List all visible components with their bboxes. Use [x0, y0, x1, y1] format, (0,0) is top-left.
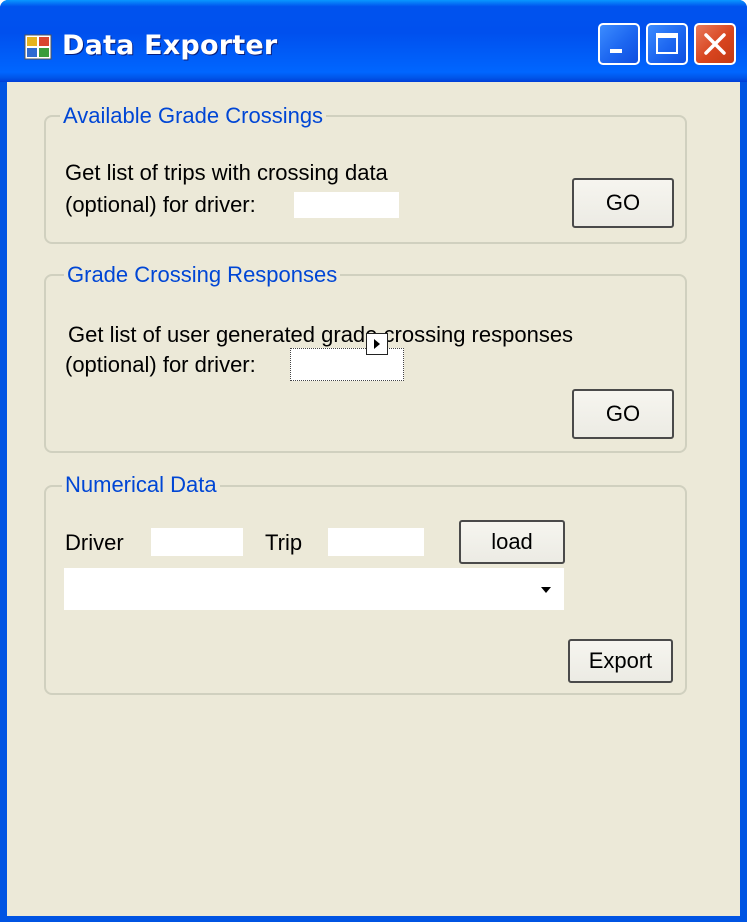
numerical-data-title: Numerical Data	[62, 473, 220, 497]
numerical-trip-input[interactable]	[328, 528, 424, 556]
available-grade-crossings-title: Available Grade Crossings	[60, 104, 327, 128]
numerical-driver-label: Driver	[65, 530, 124, 555]
grade-crossing-responses-title: Grade Crossing Responses	[64, 263, 341, 287]
title-bar[interactable]: Data Exporter	[0, 0, 747, 82]
data-exporter-window: Data Exporter Available Grade Crossings …	[0, 0, 747, 922]
app-window-icon	[24, 34, 52, 60]
available-go-button[interactable]: GO	[572, 178, 674, 228]
available-description-line2: (optional) for driver:	[65, 192, 256, 217]
minimize-icon	[610, 49, 622, 53]
load-button[interactable]: load	[459, 520, 565, 564]
cursor-pointer-icon	[366, 333, 388, 355]
window-client-area: Available Grade Crossings Get list of tr…	[7, 82, 740, 916]
chevron-down-icon[interactable]	[541, 587, 551, 593]
maximize-button[interactable]	[646, 23, 688, 65]
responses-description-line2: (optional) for driver:	[65, 352, 256, 377]
maximize-icon	[656, 33, 678, 54]
responses-go-button[interactable]: GO	[572, 389, 674, 439]
responses-description-line1: Get list of user generated grade crossin…	[68, 322, 574, 347]
available-driver-input[interactable]	[294, 192, 399, 218]
numerical-data-combobox[interactable]	[64, 568, 564, 610]
export-button[interactable]: Export	[568, 639, 673, 683]
minimize-button[interactable]	[598, 23, 640, 65]
close-icon	[704, 33, 726, 55]
window-title: Data Exporter	[62, 30, 278, 61]
numerical-trip-label: Trip	[265, 530, 303, 555]
available-description-line1: Get list of trips with crossing data	[65, 160, 388, 185]
numerical-driver-input[interactable]	[151, 528, 243, 556]
close-button[interactable]	[694, 23, 736, 65]
